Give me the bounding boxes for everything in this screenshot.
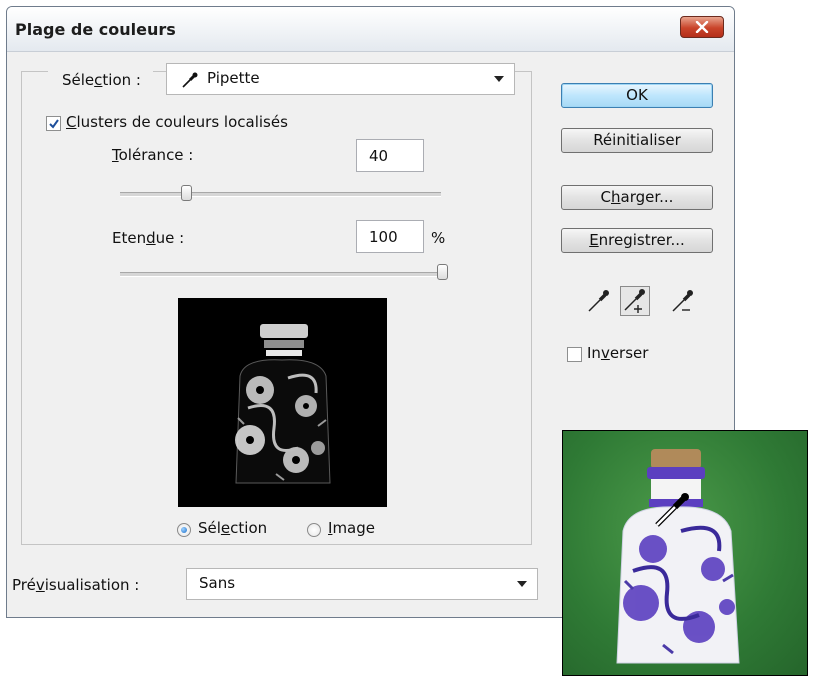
etendue-label: Etendue : — [112, 229, 185, 247]
selection-preview-image — [178, 298, 387, 507]
eyedropper-plus-icon — [624, 289, 645, 313]
eyedropper-tool[interactable] — [584, 287, 614, 317]
eyedropper-add-tool[interactable] — [620, 286, 650, 316]
tolerance-slider-thumb[interactable] — [181, 185, 192, 201]
invert-label[interactable]: Inverser — [587, 344, 648, 362]
tolerance-slider-track[interactable] — [120, 192, 441, 197]
view-image-label[interactable]: Image — [328, 519, 375, 537]
tolerance-input[interactable]: 40 — [356, 139, 424, 172]
preview-label: Prévisualisation : — [12, 576, 140, 594]
check-icon — [49, 119, 59, 129]
chevron-down-icon — [494, 76, 504, 82]
selection-select[interactable]: Pipette — [166, 63, 515, 95]
ok-button[interactable]: OK — [561, 83, 713, 108]
eyedropper-subtract-tool[interactable] — [668, 287, 698, 317]
preview-value: Sans — [199, 574, 236, 592]
chevron-down-icon — [517, 581, 527, 587]
clusters-checkbox[interactable] — [46, 116, 61, 131]
view-selection-radio[interactable] — [177, 523, 191, 537]
selection-value: Pipette — [207, 69, 260, 87]
invert-checkbox[interactable] — [567, 347, 582, 362]
etendue-slider-track[interactable] — [120, 272, 441, 277]
preview-select[interactable]: Sans — [186, 568, 538, 600]
load-button[interactable]: Charger... — [561, 185, 713, 210]
bottle-photo-drawing — [616, 449, 740, 664]
etendue-input[interactable]: 100 — [356, 220, 424, 253]
dialog-title: Plage de couleurs — [15, 20, 176, 39]
title-bar[interactable]: Plage de couleurs — [7, 7, 734, 52]
etendue-unit: % — [431, 229, 446, 247]
view-selection-label[interactable]: Sélection — [198, 519, 267, 537]
eyedropper-minus-icon — [672, 290, 693, 312]
tolerance-label: Tolérance : — [112, 146, 194, 164]
clusters-label[interactable]: Clusters de couleurs localisés — [66, 113, 288, 131]
save-button[interactable]: Enregistrer... — [561, 228, 713, 253]
eyedropper-icon — [588, 290, 609, 312]
source-photo — [562, 430, 808, 676]
eyedropper-icon — [182, 72, 198, 88]
etendue-slider-thumb[interactable] — [437, 264, 448, 280]
reset-button[interactable]: Réinitialiser — [561, 128, 713, 153]
close-button[interactable] — [680, 16, 724, 38]
view-image-radio[interactable] — [307, 523, 321, 537]
close-icon — [695, 21, 709, 33]
selection-label: Sélection : — [48, 71, 153, 89]
vase-mask-drawing — [235, 324, 331, 484]
